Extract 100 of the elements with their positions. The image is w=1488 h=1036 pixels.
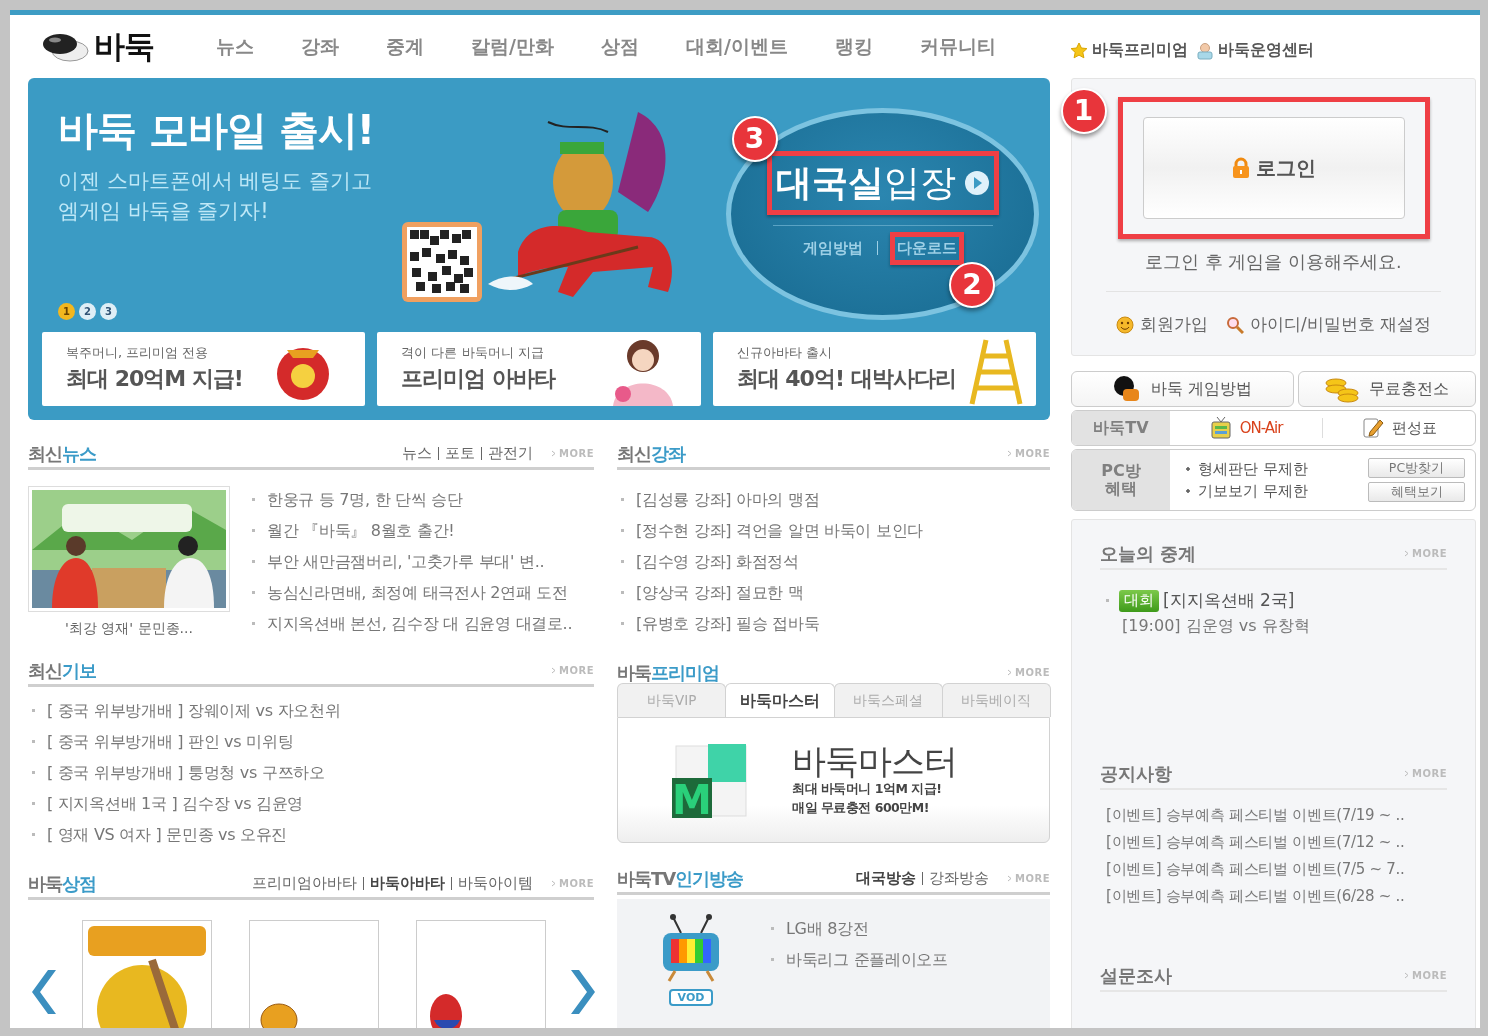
person-icon [1196, 41, 1214, 60]
magnifier-icon [1225, 316, 1244, 334]
list-link[interactable]: 바둑리그 준플레이오프 [786, 947, 948, 972]
chevron-icon [1007, 668, 1012, 676]
nav-link[interactable]: 상점 [600, 32, 639, 61]
qr-code-icon [402, 222, 482, 302]
nav-link[interactable]: 커뮤니티 [919, 32, 996, 61]
pager-dot[interactable]: 1 [58, 303, 75, 320]
section-title: 바둑상점 [28, 872, 96, 896]
sub-link[interactable]: 바둑아이템 [458, 872, 533, 895]
section-title: 오늘의 중계 [1100, 541, 1197, 566]
list-link[interactable]: LG배 8강전 [786, 916, 869, 941]
list-link[interactable]: 월간 『바둑』 8월호 출간! [267, 518, 455, 543]
bullet-icon [32, 709, 35, 712]
section-title: 설문조사 [1100, 963, 1172, 988]
smiley-icon [1115, 316, 1134, 334]
bullet-icon [1106, 599, 1109, 603]
nav-link[interactable]: 중계 [386, 32, 424, 61]
promo-card[interactable]: 격이 다른 바둑머니 지급 프리미엄 아바타 [377, 332, 701, 406]
banner-title: 바둑 모바일 출시! [58, 106, 376, 155]
banner-link[interactable]: 다운로드 [895, 237, 959, 260]
nav-link[interactable]: 칼럼/만화 [471, 32, 554, 61]
list-link[interactable]: 농심신라면배, 최정예 태극전사 2연패 도전 [267, 580, 568, 605]
bullet-icon [771, 927, 774, 930]
list-link[interactable]: [ 중국 위부방개배 ] 퉁멍청 vs 구쯔하오 [47, 760, 325, 785]
chevron-icon [1404, 769, 1409, 777]
list-link[interactable]: 지지옥션배 본선, 김수장 대 김윤영 대결로.. [267, 611, 573, 636]
list-link[interactable]: [양상국 강좌] 절묘한 맥 [636, 580, 804, 605]
list-link[interactable]: [김수영 강좌] 화점정석 [636, 549, 799, 574]
pc-button[interactable]: 혜택보기 [1368, 482, 1465, 502]
sub-link[interactable]: 프리미엄아바타 [252, 872, 357, 895]
star-icon [1070, 41, 1088, 60]
photo-caption: '최강 영재' 문민종... [64, 619, 194, 638]
notice-link[interactable]: [이벤트] 승부예측 페스티벌 이벤트(7/5 ~ 7.. [1106, 856, 1447, 883]
promo-headline: 최대 40억! 대박사다리 [736, 365, 956, 394]
sub-link[interactable]: 포토 [445, 442, 475, 465]
nav-link[interactable]: 랭킹 [834, 32, 873, 61]
broadcast-link[interactable]: [지지옥션배 2국] [1163, 588, 1295, 614]
sub-link[interactable]: 관전기 [488, 442, 533, 465]
promo-headline: 최대 20억M 지급! [66, 365, 243, 394]
bullet-icon [252, 560, 255, 563]
broadcast-detail: [19:00] 김운영 vs 유창혁 [1121, 614, 1311, 637]
bullet-icon [252, 591, 255, 594]
sub-link[interactable]: 바둑아바타 [370, 872, 445, 895]
notice-link[interactable]: [이벤트] 승부예측 페스티벌 이벤트(7/19 ~ .. [1106, 802, 1447, 829]
tv-link[interactable]: ON-Air [1170, 411, 1322, 445]
sub-link[interactable]: 대국방송 [856, 867, 916, 890]
promo-card[interactable]: 복주머니, 프리미엄 전용 최대 20억M 지급! [42, 332, 366, 406]
list-link[interactable]: [ 영재 VS 여자 ] 문민종 vs 오유진 [47, 822, 288, 847]
header-link[interactable]: 바둑프리미엄 [1092, 38, 1188, 63]
pager-dot[interactable]: 3 [100, 303, 117, 320]
vod-badge: VOD [668, 989, 714, 1007]
nav-link[interactable]: 강좌 [301, 32, 339, 61]
pc-button[interactable]: PC방찾기 [1368, 458, 1465, 478]
account-link[interactable]: 아이디/비밀번호 재설정 [1225, 312, 1432, 338]
chevron-icon [1404, 971, 1409, 979]
nav-link[interactable]: 대회/이벤트 [685, 32, 788, 61]
login-button[interactable]: 로그인 [1142, 117, 1405, 219]
banner-link[interactable]: 게임방법 [801, 237, 865, 260]
ball-icon [1112, 375, 1141, 403]
promo-caption: 격이 다른 바둑머니 지급 [401, 343, 545, 362]
chevron-icon [551, 667, 556, 674]
bullet-icon [32, 802, 35, 805]
promo-headline: 프리미엄 아바타 [401, 365, 555, 394]
header-link[interactable]: 바둑운영센터 [1218, 38, 1314, 63]
list-link[interactable]: [ 중국 위부방개배 ] 판인 vs 미위팅 [47, 729, 294, 754]
premium-text: 매일 무료충전 600만M! [792, 798, 930, 817]
chevron-icon [551, 450, 556, 457]
bar-label: 바둑TV [1072, 411, 1170, 445]
pager-dot[interactable]: 2 [79, 303, 96, 320]
bullet-icon [621, 498, 624, 501]
list-link[interactable]: 한웅규 등 7명, 한 단씩 승단 [267, 487, 463, 512]
banner-subtitle: 엠게임 바둑을 즐기자! [58, 198, 270, 226]
list-link[interactable]: 부안 새만금잼버리, '고춧가루 부대' 변.. [267, 549, 545, 574]
chevron-icon [1404, 549, 1409, 557]
list-link[interactable]: [김성룡 강좌] 아마의 맹점 [636, 487, 820, 512]
nav-link[interactable]: 뉴스 [216, 32, 254, 61]
promo-card[interactable]: 신규아바타 출시 최대 40억! 대박사다리 [712, 332, 1036, 406]
list-link[interactable]: [유병호 강좌] 필승 접바둑 [636, 611, 820, 636]
list-link[interactable]: [ 중국 위부방개배 ] 장웨이제 vs 자오천위 [47, 698, 341, 723]
bullet-icon [771, 958, 774, 961]
play-icon [963, 170, 990, 196]
sub-link[interactable]: 뉴스 [402, 442, 432, 465]
premium-title: 바둑마스터 [792, 742, 957, 780]
step-badge: 2 [949, 261, 995, 308]
coins-icon [1325, 375, 1359, 403]
account-link[interactable]: 회원가입 [1115, 312, 1208, 338]
quick-button[interactable]: 바둑 게임방법 [1071, 371, 1294, 407]
tv-link[interactable]: 편성표 [1323, 411, 1475, 445]
step-badge: 1 [1060, 88, 1107, 134]
promo-caption: 신규아바타 출시 [736, 343, 833, 362]
section-title: 바둑TV인기방송 [617, 867, 744, 891]
notice-link[interactable]: [이벤트] 승부예측 페스티벌 이벤트(7/12 ~ .. [1106, 829, 1447, 856]
notice-link[interactable]: [이벤트] 승부예측 페스티벌 이벤트(6/28 ~ .. [1106, 883, 1447, 910]
section-title: 최신뉴스 [28, 442, 96, 466]
sub-link[interactable]: 강좌방송 [929, 867, 989, 890]
logo-text[interactable]: 바둑 [94, 23, 154, 70]
quick-button[interactable]: 무료충전소 [1298, 371, 1476, 407]
list-link[interactable]: [정수현 강좌] 격언을 알면 바둑이 보인다 [636, 518, 923, 543]
list-link[interactable]: [ 지지옥션배 1국 ] 김수장 vs 김윤영 [47, 791, 304, 816]
